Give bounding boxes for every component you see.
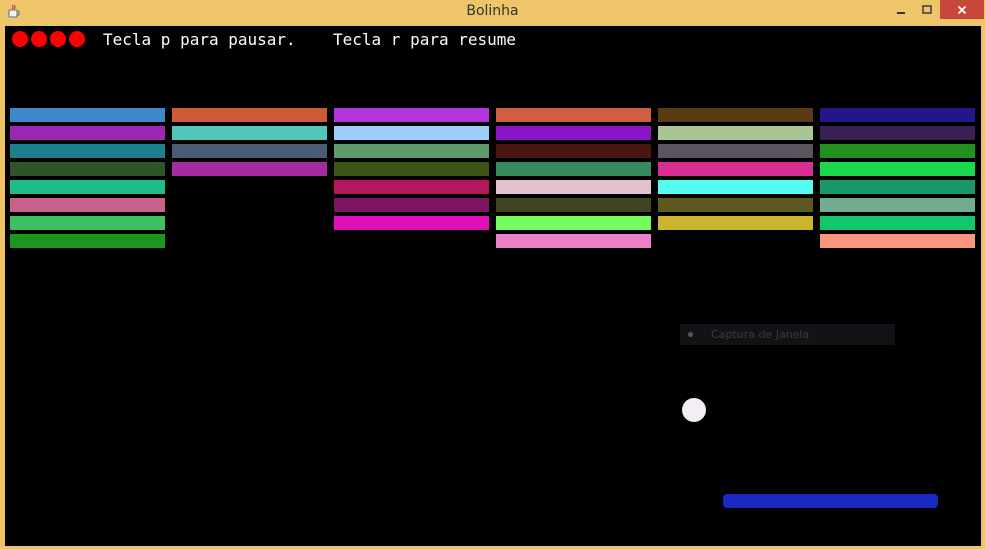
pause-instruction: Tecla p para pausar. [103,30,296,49]
ball [682,398,706,422]
resume-instruction: Tecla r para resume [333,30,517,49]
brick [658,180,813,194]
life-indicator [50,31,66,47]
brick [10,126,165,140]
title-bar[interactable]: Bolinha [0,0,985,24]
brick [820,216,975,230]
brick [496,108,651,122]
life-indicator [12,31,28,47]
close-button[interactable] [940,0,984,19]
brick [10,198,165,212]
brick [496,144,651,158]
brick [334,126,489,140]
brick [658,162,813,176]
brick [496,126,651,140]
window-title: Bolinha [466,3,519,19]
life-indicator [31,31,47,47]
brick [820,144,975,158]
brick [820,198,975,212]
brick [496,162,651,176]
brick [172,108,327,122]
brick [496,216,651,230]
minimize-button[interactable] [888,0,914,19]
brick [820,162,975,176]
tooltip-label: Captura de Janela [711,328,810,341]
brick [496,234,651,248]
brick [658,144,813,158]
brick [334,162,489,176]
window-capture-tooltip: Captura de Janela [680,324,895,345]
brick [10,234,165,248]
brick [820,180,975,194]
maximize-button[interactable] [914,0,940,19]
brick [172,144,327,158]
brick [172,126,327,140]
brick [10,108,165,122]
brick [658,198,813,212]
brick [334,144,489,158]
brick [334,216,489,230]
brick [10,144,165,158]
brick [334,108,489,122]
paddle[interactable] [723,494,938,508]
brick [334,198,489,212]
lives-indicator [12,31,85,47]
minimize-icon [897,11,905,14]
brick [496,180,651,194]
brick [820,108,975,122]
maximize-icon [922,4,932,14]
brick [658,126,813,140]
game-canvas[interactable]: Tecla p para pausar. Tecla r para resume… [5,26,981,546]
life-indicator [69,31,85,47]
brick [10,162,165,176]
game-window: Bolinha Tecla p para pausar. Tecla r par… [0,0,985,549]
brick [658,108,813,122]
brick [334,180,489,194]
brick [172,162,327,176]
brick [820,126,975,140]
capture-icon [688,332,693,337]
brick [658,216,813,230]
brick [10,180,165,194]
brick [496,198,651,212]
close-icon [957,5,967,14]
brick [820,234,975,248]
brick [10,216,165,230]
